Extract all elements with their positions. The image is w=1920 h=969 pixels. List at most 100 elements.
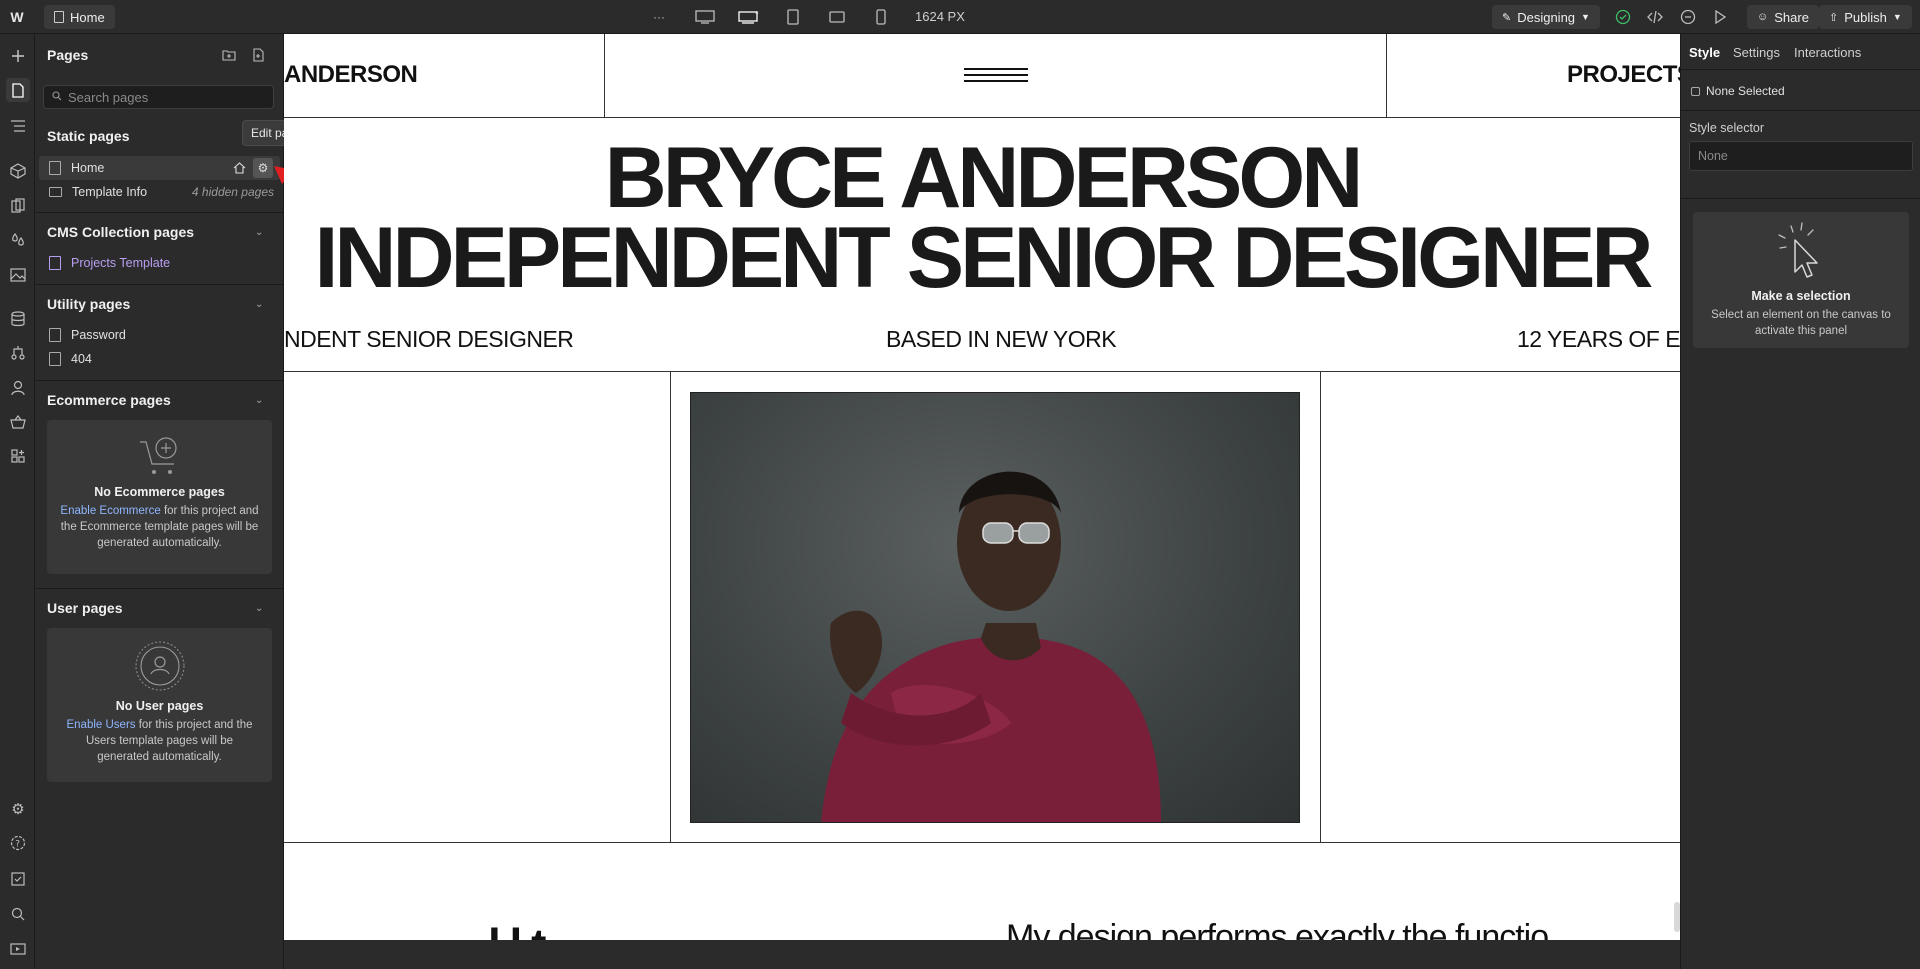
breakpoint-desktop-icon[interactable] <box>691 5 719 29</box>
mode-dropdown[interactable]: ✎ Designing ▼ <box>1492 5 1600 29</box>
new-page-icon[interactable] <box>250 46 268 64</box>
tab-interactions[interactable]: Interactions <box>1794 45 1861 60</box>
comment-icon[interactable] <box>1676 5 1700 29</box>
cms-pages-title: CMS Collection pages <box>47 224 195 240</box>
logic-icon[interactable] <box>6 341 30 365</box>
marquee-text-left[interactable]: NDENT SENIOR DESIGNER <box>284 326 574 353</box>
brush-icon: ✎ <box>1502 11 1512 24</box>
section-heading-left[interactable]: l l t <box>488 918 546 940</box>
chevron-down-icon[interactable]: ⌄ <box>255 299 269 313</box>
breakpoint-landscape-icon[interactable] <box>823 5 851 29</box>
cms-icon[interactable] <box>6 307 30 331</box>
pages-icon[interactable] <box>6 78 30 102</box>
breakpoint-mobile-icon[interactable] <box>867 5 895 29</box>
marquee-text-center[interactable]: BASED IN NEW YORK <box>886 326 1117 353</box>
ecommerce-empty-card: No Ecommerce pages Enable Ecommerce for … <box>47 420 272 574</box>
preview-play-icon[interactable] <box>1708 5 1732 29</box>
portrait-image[interactable] <box>690 392 1300 823</box>
divider <box>35 380 284 381</box>
add-elements-icon[interactable] <box>6 44 30 68</box>
utility-pages-title: Utility pages <box>47 296 131 312</box>
chevron-down-icon[interactable]: ⌄ <box>255 395 269 409</box>
search-icon[interactable] <box>6 902 30 926</box>
users-empty-card: No User pages Enable Users for this proj… <box>47 628 272 782</box>
enable-users-link[interactable]: Enable Users <box>66 719 135 731</box>
page-row-password[interactable]: Password <box>39 323 280 347</box>
canvas-footer-bar <box>284 940 1680 969</box>
video-tutorials-icon[interactable] <box>6 936 30 960</box>
style-selector-input[interactable]: None <box>1689 141 1913 171</box>
divider <box>35 588 284 589</box>
section-text-right[interactable]: My design performs exactly the functio <box>1006 918 1549 940</box>
current-page-button[interactable]: Home <box>44 5 115 29</box>
users-icon[interactable] <box>6 376 30 400</box>
apps-icon[interactable] <box>6 444 30 468</box>
divider <box>1681 69 1920 70</box>
styles-icon[interactable] <box>6 194 30 218</box>
share-button[interactable]: ☺ Share <box>1747 5 1819 29</box>
hero-line-2: INDEPENDENT SENIOR DESIGNER <box>314 210 1653 306</box>
assets-icon[interactable] <box>6 263 30 287</box>
marquee-text-right[interactable]: 12 YEARS OF EX <box>1517 326 1680 353</box>
search-pages-input[interactable] <box>68 89 268 105</box>
page-row-404[interactable]: 404 <box>39 347 280 371</box>
folder-icon <box>49 187 62 197</box>
enable-ecommerce-link[interactable]: Enable Ecommerce <box>60 505 160 517</box>
empty-description: Enable Ecommerce for this project and th… <box>47 499 272 559</box>
ecommerce-icon[interactable] <box>6 410 30 434</box>
design-canvas[interactable]: ANDERSON PROJECTS BRYCE ANDERSON INDEPEN… <box>284 34 1680 940</box>
breakpoint-large-icon[interactable]: * <box>735 5 763 29</box>
components-icon[interactable] <box>6 159 30 183</box>
grid-line <box>604 34 605 118</box>
divider <box>35 212 284 213</box>
page-label: 404 <box>71 352 92 366</box>
variables-icon[interactable] <box>6 228 30 252</box>
canvas-width-label: 1624 PX <box>915 9 965 24</box>
home-icon[interactable] <box>229 158 249 178</box>
hero-heading[interactable]: BRYCE ANDERSON INDEPENDENT SENIOR DESIGN… <box>284 130 1680 306</box>
ecommerce-pages-title: Ecommerce pages <box>47 392 171 408</box>
none-selected-toggle[interactable]: None Selected <box>1691 84 1785 98</box>
top-toolbar: W Home ··· * 1624 PX ✎ Designing ▼ ☺ Sha… <box>0 0 1920 34</box>
webflow-logo[interactable]: W <box>6 6 28 28</box>
site-brand[interactable]: ANDERSON <box>284 61 418 89</box>
chevron-down-icon[interactable]: ⌄ <box>255 603 269 617</box>
page-row-home[interactable]: Home ⚙ <box>39 156 280 180</box>
hero-line-1: BRYCE ANDERSON <box>604 130 1364 226</box>
page-row-projects-template[interactable]: Projects Template <box>39 251 280 275</box>
new-folder-icon[interactable] <box>220 46 238 64</box>
audit-checklist-icon[interactable] <box>6 867 30 891</box>
hidden-pages-count: 4 hidden pages <box>191 185 274 199</box>
user-pages-title: User pages <box>47 600 123 616</box>
left-icon-rail: ⚙ ? <box>0 34 35 969</box>
breakpoint-tablet-icon[interactable] <box>779 5 807 29</box>
grid-line <box>284 371 1680 372</box>
checkbox[interactable] <box>1691 86 1700 96</box>
hamburger-menu-icon[interactable] <box>964 68 1028 84</box>
page-row-template-info[interactable]: Template Info 4 hidden pages <box>39 180 280 204</box>
status-check-icon[interactable] <box>1611 5 1635 29</box>
page-icon <box>49 161 61 175</box>
publish-label: Publish <box>1844 9 1887 25</box>
site-navbar[interactable]: ANDERSON PROJECTS <box>284 34 1680 118</box>
code-icon[interactable] <box>1643 5 1667 29</box>
settings-gear-icon[interactable]: ⚙ <box>6 797 30 821</box>
portrait-illustration <box>821 471 1161 822</box>
search-pages-field[interactable] <box>43 85 274 109</box>
chevron-down-icon[interactable]: ⌄ <box>255 227 269 241</box>
navigator-icon[interactable] <box>6 114 30 138</box>
publish-button[interactable]: ⇧ Publish ▼ <box>1819 5 1912 29</box>
tab-style[interactable]: Style <box>1689 45 1720 60</box>
more-options-button[interactable]: ··· <box>645 5 673 29</box>
nav-projects-link[interactable]: PROJECTS <box>1567 61 1680 89</box>
pages-panel: Pages Static pages Home ⚙ Template Info … <box>35 34 284 969</box>
none-selected-label: None Selected <box>1706 84 1785 98</box>
make-selection-card: Make a selection Select an element on th… <box>1693 212 1909 348</box>
cart-add-icon <box>47 434 272 481</box>
tab-settings[interactable]: Settings <box>1733 45 1780 60</box>
rocket-icon: ⇧ <box>1829 11 1839 24</box>
make-selection-title: Make a selection <box>1751 289 1851 303</box>
empty-title: No User pages <box>115 699 204 713</box>
help-icon[interactable]: ? <box>6 831 30 855</box>
divider <box>1681 110 1920 111</box>
